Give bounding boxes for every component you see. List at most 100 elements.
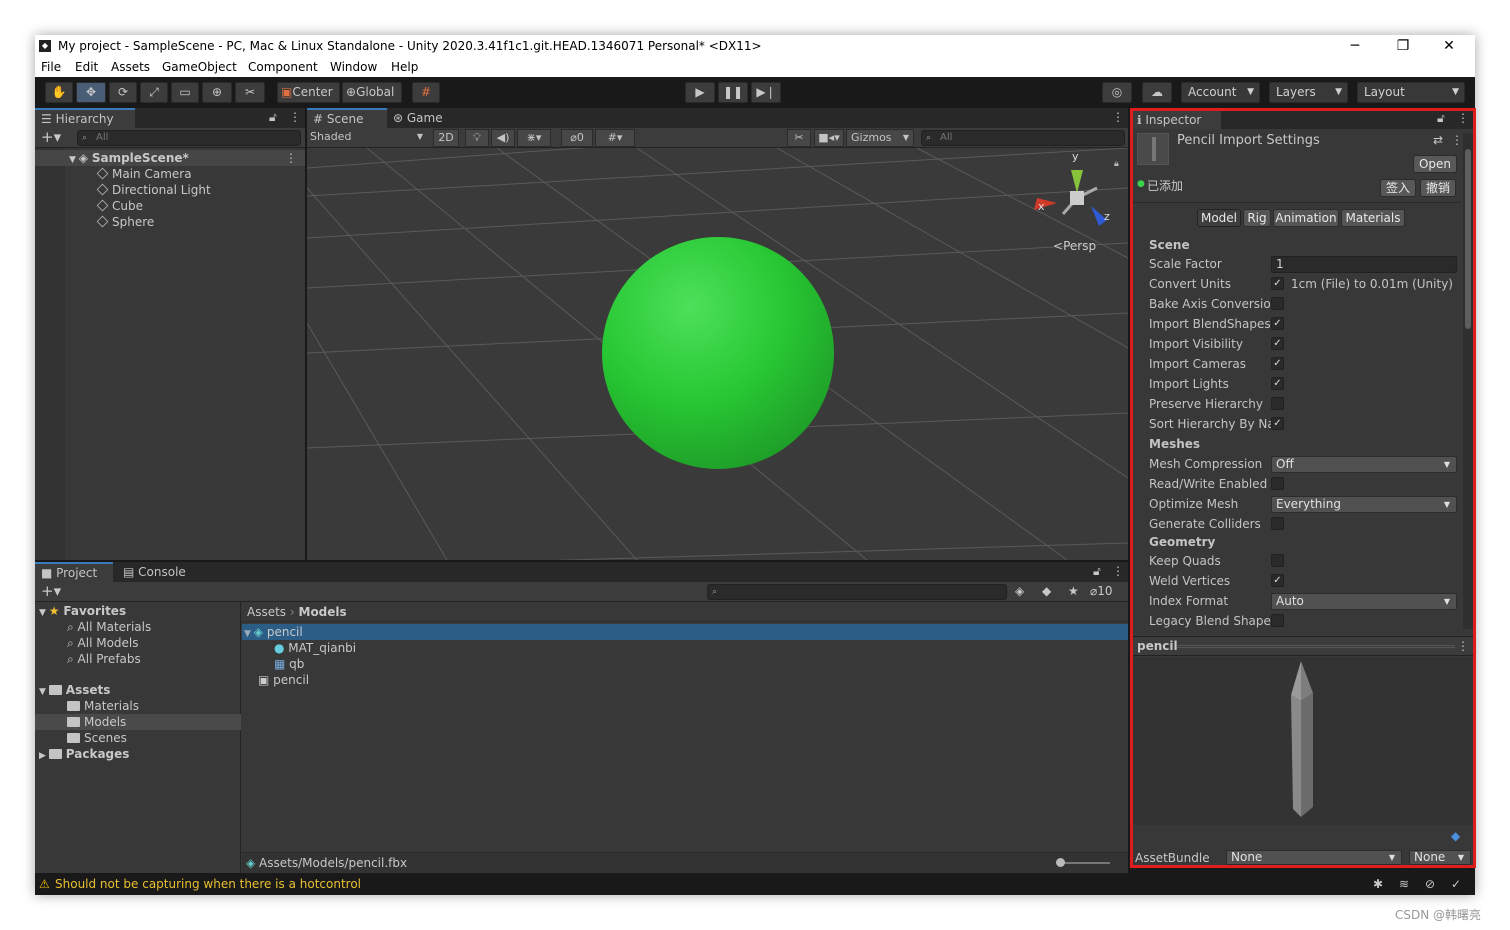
cloud-icon[interactable]: ☁ — [1142, 82, 1172, 103]
favorites-row[interactable]: ▼ ★ Favorites — [39, 603, 126, 619]
pivot-global-button[interactable]: ⊕Global — [342, 82, 402, 103]
checkin-button[interactable]: 签入 — [1380, 179, 1416, 197]
sphere-object[interactable] — [602, 237, 834, 469]
assetbundle-dropdown[interactable]: None ▼ — [1226, 850, 1402, 865]
hidden-packages-toggle[interactable]: ⌀10 — [1090, 584, 1113, 598]
camera-icon[interactable]: ■◂▾ — [814, 129, 844, 147]
menu-window[interactable]: Window — [330, 57, 377, 77]
add-icon[interactable]: +▾ — [41, 128, 61, 146]
effects-icon[interactable]: ⋇▾ — [517, 129, 551, 147]
lock-icon[interactable]: 🔓︎ — [1437, 111, 1445, 126]
tag-icon[interactable]: ◆ — [1451, 829, 1460, 843]
tab-materials[interactable]: Materials — [1341, 209, 1405, 227]
convert-units-checkbox[interactable]: ✓ — [1271, 277, 1284, 290]
tab-rig[interactable]: Rig — [1243, 209, 1271, 227]
preset-icon[interactable]: ⇄ — [1433, 133, 1443, 147]
optimize-mesh-dropdown[interactable]: Everything ▼ — [1271, 496, 1457, 513]
favorite-all-prefabs[interactable]: ⌕ All Prefabs — [67, 651, 141, 667]
filter-type-icon[interactable]: ◈ — [1015, 584, 1024, 598]
more-icon[interactable]: ⋮ — [289, 110, 301, 124]
cache-icon[interactable]: ⊘ — [1425, 873, 1435, 895]
more-icon[interactable]: ⋮ — [1457, 637, 1469, 655]
breadcrumb-models[interactable]: Models — [299, 605, 347, 619]
file-pencil-model[interactable]: ▼ ◈ pencil — [242, 624, 1128, 640]
file-pencil-prefab[interactable]: ▣ pencil — [258, 672, 309, 688]
shading-mode-dropdown[interactable]: Shaded ▼ — [307, 129, 427, 147]
import-cameras-checkbox[interactable]: ✓ — [1271, 357, 1284, 370]
import-blendshapes-checkbox[interactable]: ✓ — [1271, 317, 1284, 330]
check-circle-icon[interactable]: ✓ — [1451, 873, 1461, 895]
more-icon[interactable]: ⋮ — [1112, 110, 1124, 124]
filter-label-icon[interactable]: ◆ — [1042, 584, 1051, 598]
more-icon[interactable]: ⋮ — [1457, 111, 1469, 125]
database-icon[interactable]: ≋ — [1399, 873, 1409, 895]
sort-hierarchy-checkbox[interactable]: ✓ — [1271, 417, 1284, 430]
bug-icon[interactable]: ✱ — [1373, 873, 1383, 895]
hierarchy-item-directional-light[interactable]: Directional Light — [96, 182, 211, 198]
scene-root-row[interactable]: ▼ ◈ SampleScene* ⋮ — [35, 150, 305, 166]
pause-button[interactable]: ❚❚ — [718, 82, 748, 103]
status-warning-text[interactable]: Should not be capturing when there is a … — [55, 873, 361, 895]
hierarchy-item-main-camera[interactable]: Main Camera — [96, 166, 192, 182]
tab-model[interactable]: Model — [1197, 209, 1241, 227]
hierarchy-item-cube[interactable]: Cube — [96, 198, 143, 214]
orientation-gizmo[interactable] — [1034, 170, 1107, 226]
grid-snap-icon[interactable]: # — [412, 82, 440, 103]
rect-tool-icon[interactable]: ▭ — [171, 82, 199, 103]
breadcrumb-assets[interactable]: Assets — [247, 605, 286, 619]
tab-console[interactable]: ▤ Console — [117, 562, 197, 582]
layers-dropdown[interactable]: Layers ▼ — [1269, 82, 1348, 103]
maximize-button[interactable]: ❐ — [1383, 35, 1423, 57]
folder-materials[interactable]: Materials — [67, 698, 139, 714]
menu-edit[interactable]: Edit — [75, 57, 98, 77]
favorite-all-materials[interactable]: ⌕ All Materials — [67, 619, 151, 635]
file-qb-mesh[interactable]: ▦ qb — [274, 656, 304, 672]
file-mat-qianbi[interactable]: ● MAT_qianbi — [274, 640, 356, 656]
lock-icon[interactable]: 🔓︎ — [1093, 564, 1101, 579]
mode-2d-button[interactable]: 2D — [433, 129, 459, 147]
favorite-star-icon[interactable]: ★ — [1068, 584, 1079, 598]
more-icon[interactable]: ⋮ — [285, 150, 297, 166]
preserve-hierarchy-checkbox[interactable] — [1271, 397, 1284, 410]
tab-game[interactable]: ⊛ Game — [387, 108, 459, 128]
favorite-all-models[interactable]: ⌕ All Models — [67, 635, 139, 651]
hierarchy-search-input[interactable]: ⌕ All — [77, 130, 301, 146]
minimize-button[interactable]: ─ — [1335, 35, 1375, 57]
lock-icon[interactable]: 🔒︎ — [1114, 159, 1119, 169]
more-icon[interactable]: ⋮ — [1112, 564, 1124, 578]
assetbundle-variant-dropdown[interactable]: None ▼ — [1409, 850, 1471, 865]
read-write-checkbox[interactable] — [1271, 477, 1284, 490]
transform-tool-icon[interactable]: ⊕ — [202, 82, 232, 103]
project-search-input[interactable]: ⌕ — [707, 584, 1007, 600]
generate-colliders-checkbox[interactable] — [1271, 517, 1284, 530]
tab-scene[interactable]: # Scene — [307, 108, 387, 128]
import-lights-checkbox[interactable]: ✓ — [1271, 377, 1284, 390]
packages-folder-row[interactable]: ▶ Packages — [39, 746, 129, 762]
scale-factor-field[interactable]: 1 — [1271, 256, 1457, 273]
add-icon[interactable]: +▾ — [41, 582, 61, 600]
legacy-blend-checkbox[interactable] — [1271, 614, 1284, 627]
scene-viewport[interactable]: y x z 🔒︎ <Persp — [307, 148, 1128, 560]
tab-hierarchy[interactable]: ☰ Hierarchy — [35, 108, 135, 128]
hidden-objects-toggle[interactable]: ⌀0 — [561, 129, 593, 147]
assets-folder-row[interactable]: ▼ Assets — [39, 682, 110, 698]
menu-help[interactable]: Help — [391, 57, 418, 77]
audio-icon[interactable]: ◀) — [491, 129, 515, 147]
grid-toggle-icon[interactable]: #▾ — [595, 129, 635, 147]
open-button[interactable]: Open — [1413, 155, 1457, 173]
scene-search-input[interactable]: ⌕ All — [921, 130, 1125, 146]
preview-drag-handle[interactable] — [1177, 645, 1455, 648]
revert-button[interactable]: 撤销 — [1420, 179, 1456, 197]
zoom-slider[interactable] — [1060, 862, 1110, 864]
play-button[interactable]: ▶ — [685, 82, 715, 103]
collab-icon[interactable]: ◎ — [1102, 82, 1132, 103]
inspector-scrollbar[interactable] — [1463, 133, 1473, 629]
tab-animation[interactable]: Animation — [1273, 209, 1339, 227]
pivot-center-button[interactable]: ▣Center — [277, 82, 340, 103]
layout-dropdown[interactable]: Layout ▼ — [1357, 82, 1465, 103]
hierarchy-item-sphere[interactable]: Sphere — [96, 214, 154, 230]
custom-tool-icon[interactable]: ✂ — [235, 82, 265, 103]
keep-quads-checkbox[interactable] — [1271, 554, 1284, 567]
move-tool-icon[interactable]: ✥ — [76, 82, 106, 103]
menu-assets[interactable]: Assets — [111, 57, 150, 77]
